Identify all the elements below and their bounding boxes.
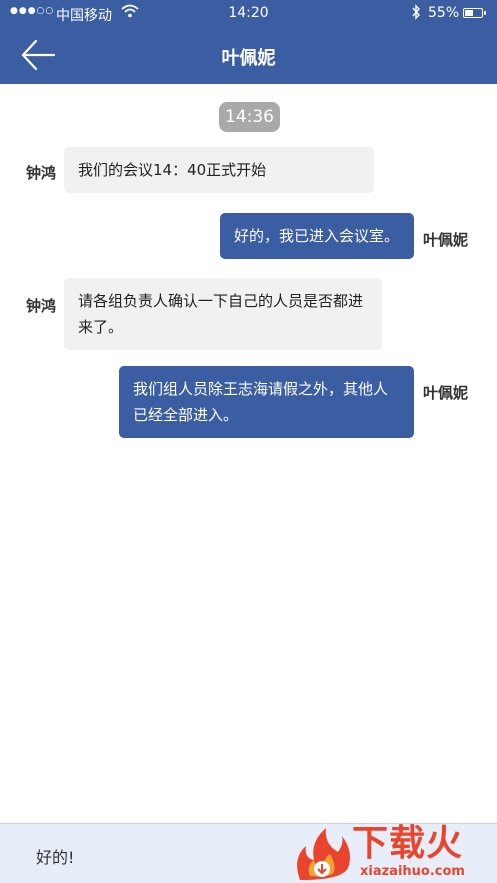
top-header: ●●●○○ 中国移动 14:20 55% 叶佩妮 [0,0,497,84]
chat-message-list[interactable]: 14:36 钟鸿 我们的会议14：40正式开始 好的，我已进入会议室。 叶佩妮 … [0,84,497,823]
page-title: 叶佩妮 [221,48,276,69]
message-sender-name: 叶佩妮 [423,231,469,249]
flame-logo-icon [297,828,350,880]
message-sender-name: 钟鸿 [26,164,57,182]
watermark-site: xiazaihuo.com [360,864,465,879]
status-bar: ●●●○○ 中国移动 14:20 55% [0,0,497,28]
message-sender-name: 钟鸿 [26,297,57,315]
incoming-message-bubble[interactable]: 我们的会议14：40正式开始 [64,147,374,193]
bluetooth-icon [412,4,420,20]
timestamp-badge: 14:36 [219,102,280,132]
battery-level-fill [465,10,474,16]
incoming-message-bubble[interactable]: 请各组负责人确认一下自己的人员是否都进来了。 [64,278,382,350]
message-input-field[interactable]: 好的! [36,844,74,868]
battery-icon [463,8,486,18]
battery-percentage: 55% [428,5,460,21]
watermark-title: 下载火 [352,823,464,864]
message-sender-name: 叶佩妮 [423,384,469,402]
outgoing-message-bubble[interactable]: 我们组人员除王志海请假之外，其他人已经全部进入。 [119,366,414,438]
status-time: 14:20 [228,5,269,21]
outgoing-message-bubble[interactable]: 好的，我已进入会议室。 [220,213,414,259]
watermark-logo: 下载火 xiazaihuo.com [292,822,497,883]
